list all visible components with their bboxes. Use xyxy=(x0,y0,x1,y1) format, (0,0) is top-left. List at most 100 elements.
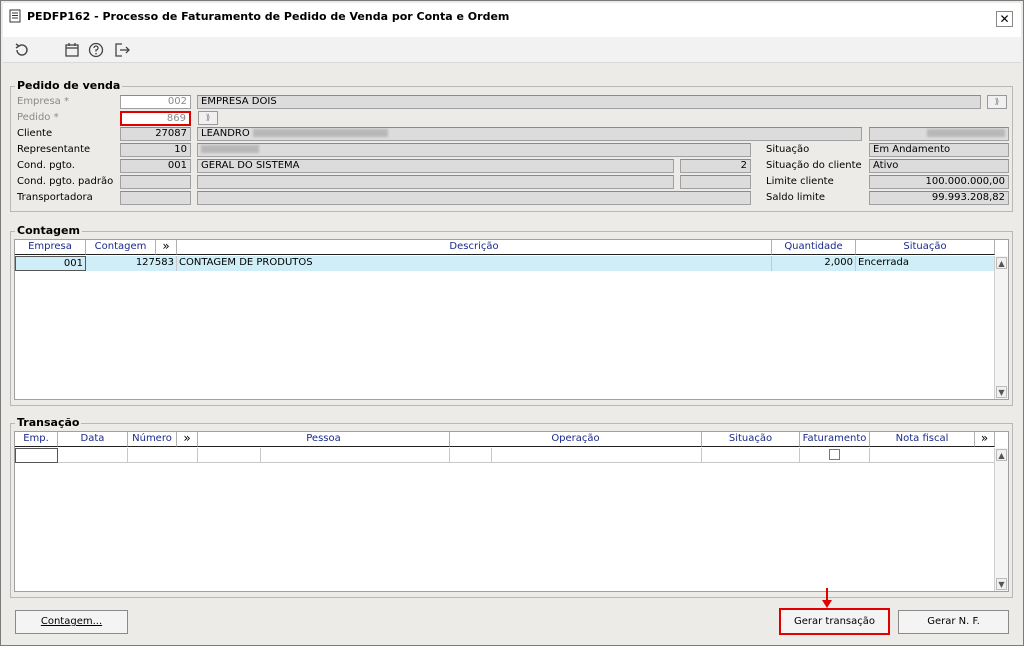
situacao-cliente-field: Ativo xyxy=(869,159,1009,173)
gerar-transacao-button[interactable]: Gerar transação xyxy=(779,608,890,635)
toolbar xyxy=(3,37,1021,63)
contagem-button[interactable]: Contagem... xyxy=(15,610,128,634)
cond-pgto-padrao-label: Cond. pgto. padrão xyxy=(17,176,114,187)
cond-pgto-name-field: GERAL DO SISTEMA xyxy=(197,159,674,173)
situacao-label: Situação xyxy=(766,144,810,155)
limite-cliente-label: Limite cliente xyxy=(766,176,834,187)
cliente-code-field: 27087 xyxy=(120,127,191,141)
cliente-document-field xyxy=(869,127,1009,141)
pedido-de-venda-title: Pedido de venda xyxy=(15,79,123,92)
situacao-field: Em Andamento xyxy=(869,143,1009,157)
close-button[interactable]: ✕ xyxy=(996,11,1013,27)
calendar-icon[interactable] xyxy=(63,41,81,59)
situacao-cliente-label: Situação do cliente xyxy=(766,160,862,171)
col-situacao-header[interactable]: Situação xyxy=(856,240,995,255)
cell-empresa[interactable]: 001 xyxy=(15,256,86,271)
empresa-lookup-button[interactable]: ⟫ xyxy=(987,95,1007,109)
saldo-limite-label: Saldo limite xyxy=(766,192,826,203)
cond-pgto-num-field: 2 xyxy=(680,159,751,173)
cell-operacao-code[interactable] xyxy=(450,448,492,463)
cell-pessoa[interactable] xyxy=(261,448,450,463)
lookup-icon: ⟫ xyxy=(205,113,211,122)
col-situacao-header[interactable]: Situação xyxy=(702,432,800,447)
scroll-down-icon[interactable]: ▼ xyxy=(996,386,1007,398)
col-expand-button[interactable]: » xyxy=(975,432,995,447)
cliente-name-text: LEANDRO xyxy=(201,128,250,139)
pointer-arrow-icon xyxy=(822,588,832,608)
cell-quantidade[interactable]: 2,000 xyxy=(772,256,856,271)
saldo-limite-field: 99.993.208,82 xyxy=(869,191,1009,205)
col-quantidade-header[interactable]: Quantidade xyxy=(772,240,856,255)
pedido-label: Pedido * xyxy=(17,112,59,123)
col-contagem-header[interactable]: Contagem xyxy=(86,240,156,255)
table-row[interactable] xyxy=(15,448,995,463)
scroll-down-icon[interactable]: ▼ xyxy=(996,578,1007,590)
col-expand-button[interactable]: » xyxy=(177,432,198,447)
cell-pessoa-code[interactable] xyxy=(198,448,261,463)
contagem-grid: Empresa Contagem » Descrição Quantidade … xyxy=(14,239,1009,400)
exit-icon[interactable] xyxy=(113,41,131,59)
cond-pgto-padrao-name-field xyxy=(197,175,674,189)
empresa-label: Empresa * xyxy=(17,96,69,107)
contagem-scrollbar[interactable]: ▲ ▼ xyxy=(994,256,1008,399)
help-icon[interactable] xyxy=(87,41,105,59)
cond-pgto-label: Cond. pgto. xyxy=(17,160,75,171)
representante-code-field: 10 xyxy=(120,143,191,157)
gerar-nf-label: Gerar N. F. xyxy=(927,616,980,627)
gerar-nf-button[interactable]: Gerar N. F. xyxy=(898,610,1009,634)
cell-numero[interactable] xyxy=(128,448,198,463)
scroll-up-icon[interactable]: ▲ xyxy=(996,449,1007,461)
cond-pgto-padrao-num-field xyxy=(680,175,751,189)
col-empresa-header[interactable]: Empresa xyxy=(15,240,86,255)
title-bar: PEDFP162 - Processo de Faturamento de Pe… xyxy=(3,3,1021,37)
representante-name-field xyxy=(197,143,751,157)
col-operacao-header[interactable]: Operação xyxy=(450,432,702,447)
redacted-text xyxy=(927,129,1005,137)
contagem-title: Contagem xyxy=(15,224,82,237)
col-faturamento-header[interactable]: Faturamento xyxy=(800,432,870,447)
limite-cliente-field: 100.000.000,00 xyxy=(869,175,1009,189)
cliente-label: Cliente xyxy=(17,128,53,139)
window-title: PEDFP162 - Processo de Faturamento de Pe… xyxy=(27,9,510,23)
faturamento-checkbox[interactable] xyxy=(829,449,840,460)
cell-situacao[interactable] xyxy=(702,448,800,463)
cond-pgto-padrao-code-field xyxy=(120,175,191,189)
redacted-text xyxy=(201,145,259,153)
pedido-field[interactable]: 869 xyxy=(120,111,191,126)
redacted-text xyxy=(252,129,388,137)
transportadora-label: Transportadora xyxy=(17,192,93,203)
col-pessoa-header[interactable]: Pessoa xyxy=(198,432,450,447)
representante-label: Representante xyxy=(17,144,91,155)
col-numero-header[interactable]: Número xyxy=(128,432,177,447)
col-expand-button[interactable]: » xyxy=(156,240,177,255)
lookup-icon: ⟫ xyxy=(994,97,1000,106)
cell-data[interactable] xyxy=(58,448,128,463)
cell-operacao[interactable] xyxy=(492,448,702,463)
cell-nota-fiscal[interactable] xyxy=(870,448,995,463)
transacao-scrollbar[interactable]: ▲ ▼ xyxy=(994,448,1008,591)
cell-descricao[interactable]: CONTAGEM DE PRODUTOS xyxy=(177,256,772,271)
transportadora-name-field xyxy=(197,191,751,205)
cliente-name-field: LEANDRO xyxy=(197,127,862,141)
empresa-name-field: EMPRESA DOIS xyxy=(197,95,981,109)
table-row[interactable]: 001 127583 CONTAGEM DE PRODUTOS 2,000 En… xyxy=(15,256,995,271)
document-icon xyxy=(9,9,21,23)
col-emp-header[interactable]: Emp. xyxy=(15,432,58,447)
col-nota-fiscal-header[interactable]: Nota fiscal xyxy=(870,432,975,447)
refresh-icon[interactable] xyxy=(13,41,31,59)
transacao-grid: Emp. Data Número » Pessoa Operação Situa… xyxy=(14,431,1009,592)
scroll-up-icon[interactable]: ▲ xyxy=(996,257,1007,269)
cell-faturamento[interactable] xyxy=(800,448,870,463)
gerar-transacao-label: Gerar transação xyxy=(793,616,875,627)
empresa-code-field[interactable]: 002 xyxy=(120,95,191,109)
cell-emp[interactable] xyxy=(15,448,58,463)
cond-pgto-code-field: 001 xyxy=(120,159,191,173)
cell-contagem[interactable]: 127583 xyxy=(86,256,177,271)
col-data-header[interactable]: Data xyxy=(58,432,128,447)
pedido-lookup-button[interactable]: ⟫ xyxy=(198,111,218,125)
transportadora-code-field xyxy=(120,191,191,205)
transacao-title: Transação xyxy=(15,416,82,429)
contagem-button-label: Contagem... xyxy=(40,616,103,627)
col-descricao-header[interactable]: Descrição xyxy=(177,240,772,255)
cell-situacao[interactable]: Encerrada xyxy=(856,256,995,271)
